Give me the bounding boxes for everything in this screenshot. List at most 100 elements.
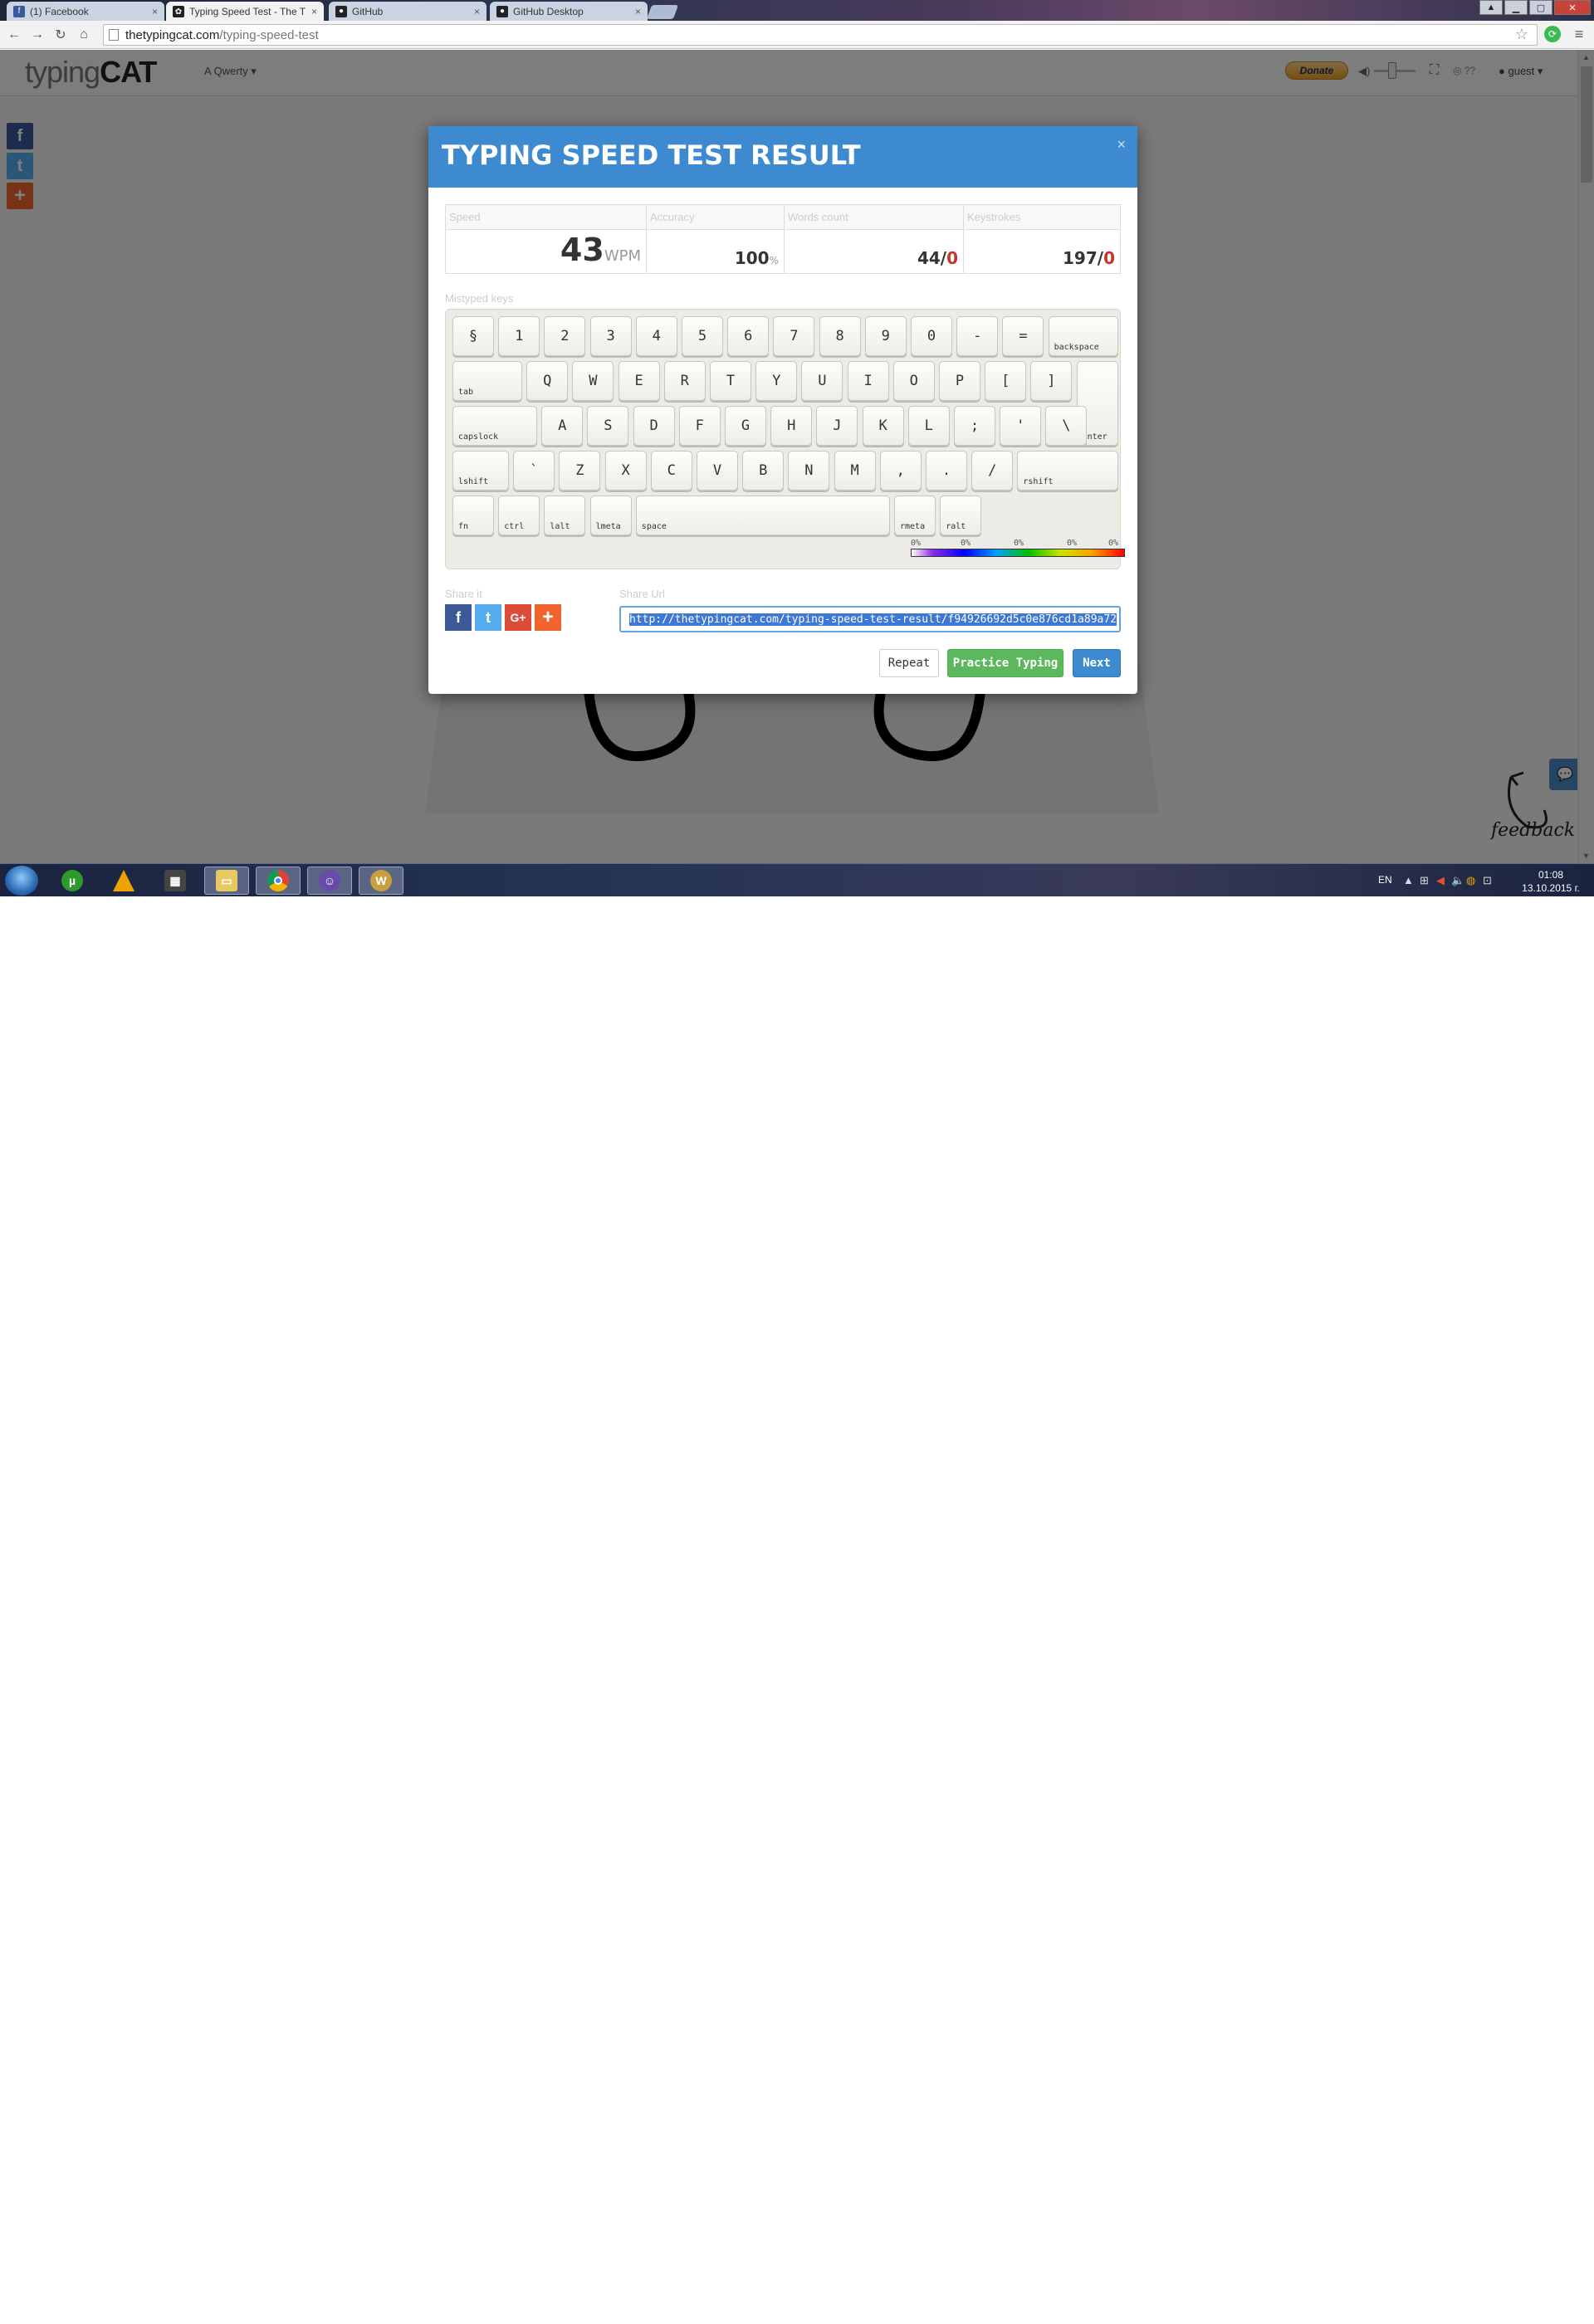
close-icon[interactable]: ×	[1117, 136, 1126, 154]
key-8: 8	[819, 316, 861, 356]
key-h: H	[770, 406, 813, 446]
reload-icon[interactable]: ↻	[51, 26, 70, 44]
key-label: tab	[458, 388, 474, 397]
network-icon[interactable]: ⊡	[1483, 874, 1492, 887]
explorer-icon[interactable]: ▭	[204, 867, 249, 895]
key-d: D	[633, 406, 675, 446]
key-fn: fn	[452, 496, 494, 535]
key-4: 4	[635, 316, 677, 356]
clock-time: 01:08	[1538, 869, 1564, 881]
wow-icon[interactable]: W	[359, 867, 403, 895]
key-b: B	[742, 451, 785, 491]
close-window-icon[interactable]: ✕	[1554, 0, 1591, 15]
key-label: lshift	[458, 477, 489, 486]
cat-icon[interactable]: ☺	[307, 867, 352, 895]
menu-icon[interactable]: ≡	[1571, 26, 1587, 42]
tab-typing-speed-test[interactable]: ✿ Typing Speed Test - The T ×	[166, 2, 324, 22]
show-hidden-icons-icon[interactable]: ▲	[1403, 874, 1414, 886]
clapper-icon[interactable]: ▦	[153, 867, 198, 895]
key-label: fn	[458, 522, 469, 531]
key-label: Z	[575, 462, 584, 479]
share-it-label: Share it	[445, 588, 482, 600]
tab-github[interactable]: ● GitHub ×	[329, 2, 487, 21]
close-icon[interactable]: ×	[311, 6, 317, 17]
close-icon[interactable]: ×	[152, 6, 158, 17]
key-label: A	[558, 417, 567, 434]
maximize-icon[interactable]: ▢	[1529, 0, 1552, 15]
key-label: backspace	[1054, 343, 1099, 352]
practice-typing-button[interactable]: Practice Typing	[947, 649, 1063, 677]
stat-label: Keystrokes	[964, 205, 1120, 230]
key-label: '	[1016, 417, 1025, 434]
extension-icon[interactable]: ⟳	[1544, 26, 1561, 42]
key-label: H	[787, 417, 796, 434]
key-symbol: /	[971, 451, 1014, 491]
key-label: lalt	[550, 522, 570, 531]
close-icon[interactable]: ×	[635, 6, 641, 17]
key-0: 0	[911, 316, 952, 356]
key-x: X	[604, 451, 647, 491]
chrome-icon[interactable]	[256, 867, 301, 895]
stat-label: Words count	[785, 205, 963, 230]
key-label: O	[909, 373, 918, 389]
close-icon[interactable]: ×	[474, 6, 480, 17]
key-symbol: -	[956, 316, 999, 356]
window-controls: ▲ ▁ ▢ ✕	[1479, 0, 1591, 15]
modal-header: TYPING SPEED TEST RESULT ×	[428, 126, 1137, 188]
key-label: S	[604, 417, 613, 434]
key-e: E	[618, 361, 660, 401]
heatmap-legend: 0% 0% 0% 0% 0%	[911, 539, 1125, 564]
vlc-icon[interactable]	[101, 867, 146, 895]
clock-app-icon[interactable]: ◍	[1466, 874, 1475, 887]
speaker-icon[interactable]: 🔈	[1451, 874, 1464, 887]
key-label: Q	[543, 373, 552, 389]
address-bar[interactable]: thetypingcat.com/typing-speed-test ☆	[103, 24, 1538, 46]
minimize-icon[interactable]: ▁	[1504, 0, 1528, 15]
legend-percent: 0%	[1014, 539, 1024, 548]
legend-gradient-bar	[911, 549, 1125, 557]
forward-icon[interactable]: →	[28, 26, 46, 44]
key-label: 1	[515, 328, 524, 344]
flag-icon[interactable]: ◀	[1436, 874, 1445, 887]
addthis-share-icon[interactable]: +	[535, 604, 561, 631]
facebook-share-icon[interactable]: f	[445, 604, 472, 631]
key-label: P	[955, 373, 965, 389]
key-label: C	[667, 462, 676, 479]
tab-facebook[interactable]: f (1) Facebook ×	[7, 2, 164, 21]
key-symbol: §	[452, 316, 494, 356]
next-button[interactable]: Next	[1073, 649, 1121, 677]
bookmark-star-icon[interactable]: ☆	[1515, 26, 1528, 43]
clock-date: 13.10.2015 г.	[1522, 882, 1580, 894]
keystrokes-value: 197/	[1063, 248, 1104, 268]
twitter-share-icon[interactable]: t	[475, 604, 501, 631]
legend-percent: 0%	[911, 539, 922, 548]
key-label: M	[850, 462, 859, 479]
repeat-button[interactable]: Repeat	[879, 649, 939, 677]
home-icon[interactable]: ⌂	[75, 26, 93, 44]
share-url-label: Share Url	[619, 588, 665, 600]
utorrent-icon[interactable]: µ	[50, 867, 95, 895]
key-label: lmeta	[595, 522, 621, 531]
language-indicator[interactable]: EN	[1378, 874, 1392, 886]
key-lshift: lshift	[452, 451, 509, 491]
back-icon[interactable]: ←	[5, 26, 23, 44]
url-path: /typing-speed-test	[219, 27, 319, 42]
key-symbol: [	[985, 361, 1027, 401]
new-tab-button[interactable]	[646, 5, 679, 19]
tab-github-desktop[interactable]: ● GitHub Desktop ×	[490, 2, 648, 21]
key-5: 5	[682, 316, 723, 356]
start-button[interactable]	[5, 866, 38, 896]
user-icon[interactable]: ▲	[1479, 0, 1503, 15]
clock[interactable]: 01:08 13.10.2015 г.	[1518, 868, 1584, 895]
windows-flag-icon[interactable]: ⊞	[1420, 874, 1429, 887]
key-symbol: '	[1000, 406, 1042, 446]
key-label: ,	[896, 462, 905, 479]
google-plus-share-icon[interactable]: G+	[505, 604, 531, 631]
key-ctrl: ctrl	[498, 496, 540, 535]
share-url-input[interactable]: http://thetypingcat.com/typing-speed-tes…	[619, 606, 1121, 632]
key-tab: tab	[452, 361, 522, 401]
key-label: `	[530, 462, 539, 479]
stat-value: 44/0	[917, 248, 958, 268]
tab-title: (1) Facebook	[30, 5, 89, 17]
key-label: 4	[652, 328, 661, 344]
